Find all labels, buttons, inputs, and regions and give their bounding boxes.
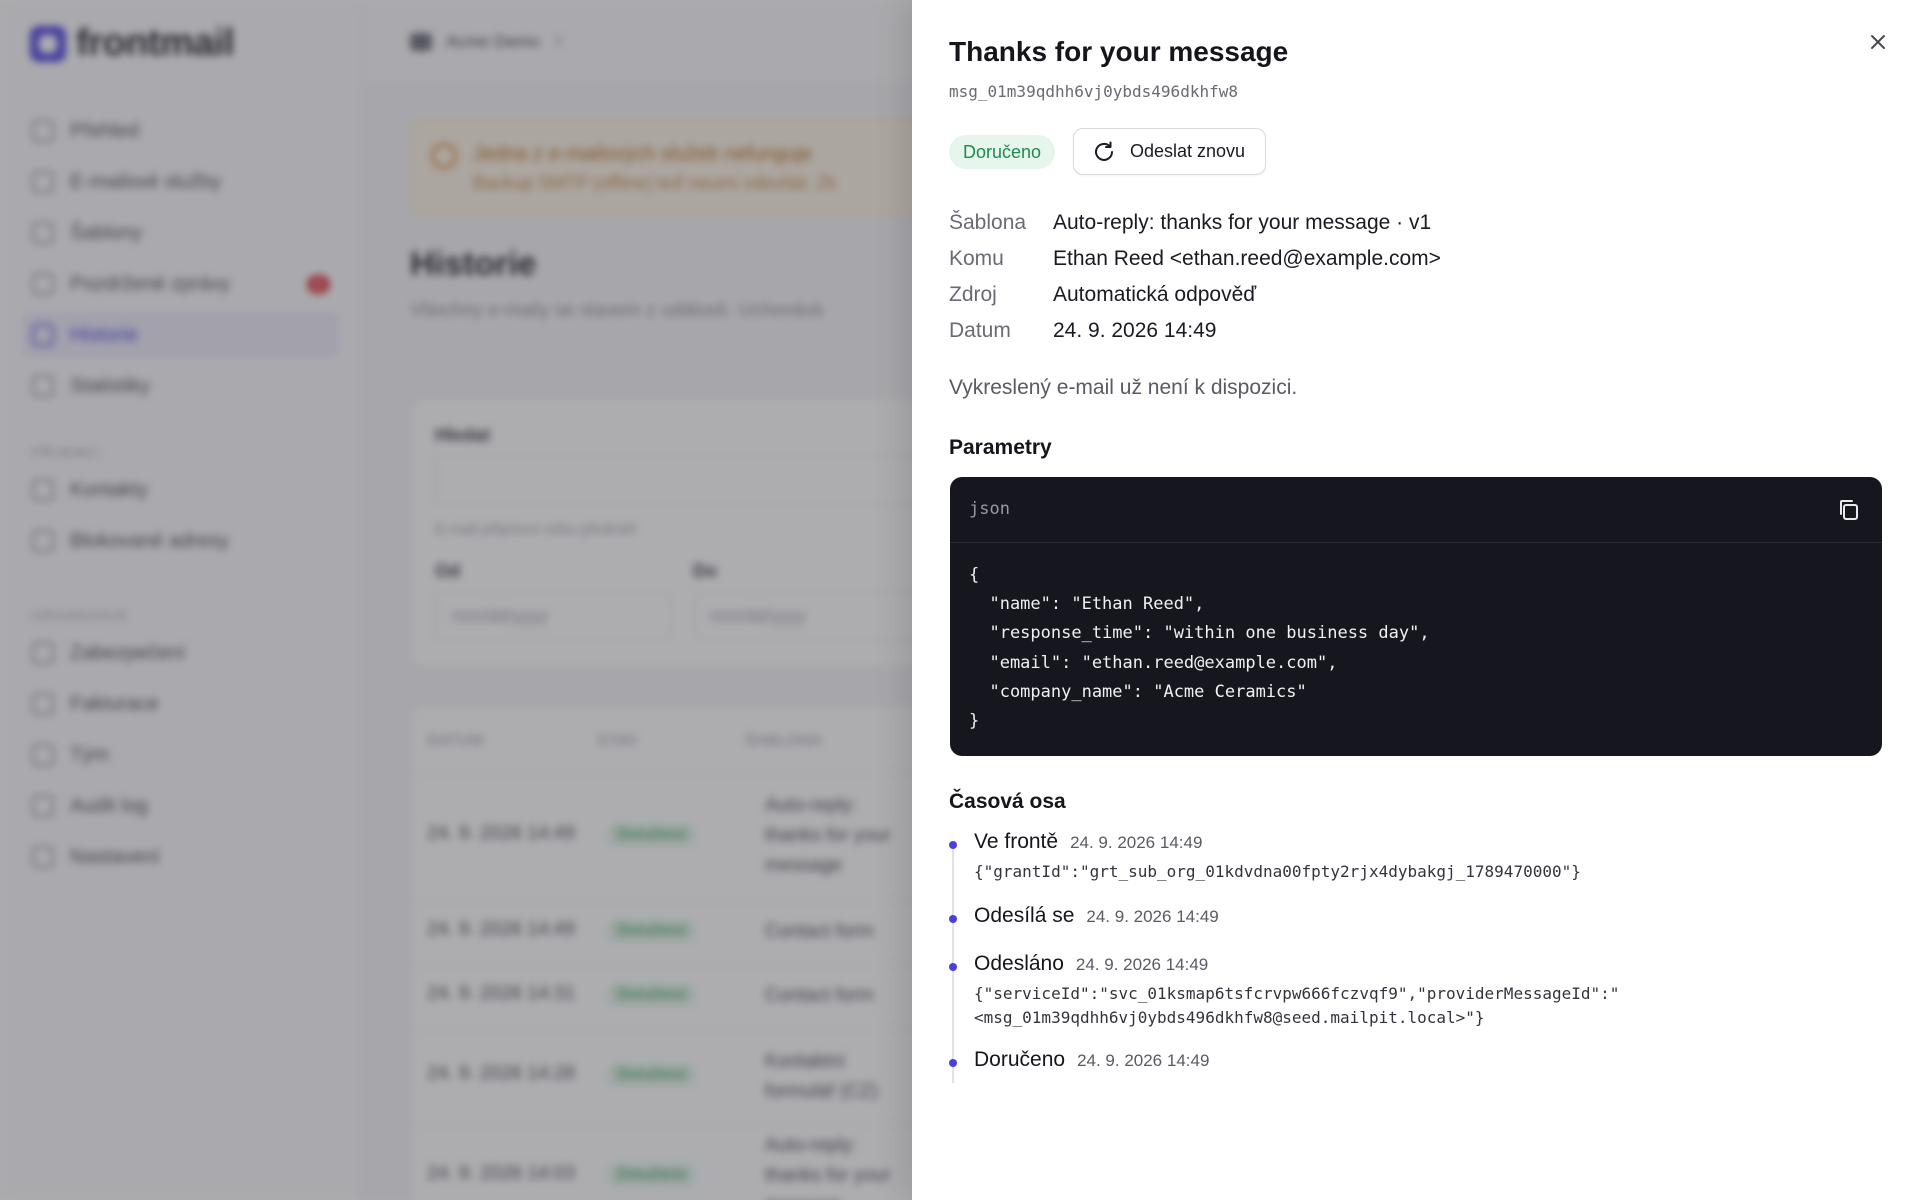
status-badge: Doručeno bbox=[949, 135, 1056, 169]
event-detail: {"serviceId":"svc_01ksmap6tsfcrvpw666fcz… bbox=[974, 984, 1620, 1027]
timeline-item-sending: Odesílá se 24. 9. 2026 14:49 bbox=[949, 904, 1889, 934]
meta-row-source: Zdroj Automatická odpověď bbox=[949, 277, 1441, 313]
resend-button[interactable]: Odeslat znovu bbox=[1073, 128, 1267, 175]
timeline-dot bbox=[949, 1059, 957, 1067]
meta-key: Šablona bbox=[949, 211, 1027, 234]
code-content: { "name": "Ethan Reed", "response_time":… bbox=[969, 565, 1430, 732]
event-detail: {"grantId":"grt_sub_org_01kdvdna00fpty2r… bbox=[974, 862, 1581, 881]
close-button[interactable] bbox=[1865, 29, 1891, 55]
params-heading: Parametry bbox=[949, 436, 1052, 459]
meta-value: Auto-reply: thanks for your message · v1 bbox=[1053, 211, 1432, 234]
drawer-title: Thanks for your message bbox=[949, 36, 1289, 67]
event-time: 24. 9. 2026 14:49 bbox=[1075, 955, 1209, 974]
meta-key: Zdroj bbox=[949, 283, 997, 306]
event-label: Doručeno bbox=[974, 1048, 1066, 1071]
render-unavailable-note: Vykreslený e-mail už není k dispozici. bbox=[949, 376, 1298, 399]
close-icon bbox=[1871, 35, 1885, 49]
event-time: 24. 9. 2026 14:49 bbox=[1070, 833, 1203, 852]
timeline-dot bbox=[949, 963, 957, 971]
copy-icon bbox=[1840, 500, 1858, 520]
meta-value: 24. 9. 2026 14:49 bbox=[1053, 319, 1217, 342]
timeline-item-sent: Odesláno 24. 9. 2026 14:49 {"serviceId":… bbox=[949, 952, 1889, 1030]
event-label: Odesláno bbox=[974, 952, 1064, 975]
params-code-block: json { "name": "Ethan Reed", "response_t… bbox=[950, 477, 1882, 756]
event-time: 24. 9. 2026 14:49 bbox=[1077, 1051, 1210, 1070]
code-header: json bbox=[950, 477, 1882, 543]
event-timeline: Ve frontě 24. 9. 2026 14:49 {"grantId":"… bbox=[949, 830, 1889, 1083]
timeline-item-queued: Ve frontě 24. 9. 2026 14:49 {"grantId":"… bbox=[949, 830, 1889, 884]
meta-key: Komu bbox=[949, 247, 1004, 270]
message-id: msg_01m39qdhh6vj0ybds496dkhfw8 bbox=[949, 82, 1238, 101]
timeline-dot bbox=[949, 841, 957, 849]
timeline-item-delivered: Doručeno 24. 9. 2026 14:49 bbox=[949, 1048, 1889, 1078]
meta-value: Automatická odpověď bbox=[1053, 283, 1257, 306]
timeline-heading: Časová osa bbox=[949, 790, 1066, 813]
meta-row-date: Datum 24. 9. 2026 14:49 bbox=[949, 313, 1441, 349]
event-label: Ve frontě bbox=[974, 830, 1059, 853]
meta-row-recipient: Komu Ethan Reed <ethan.reed@example.com> bbox=[949, 241, 1441, 277]
copy-button[interactable] bbox=[1836, 497, 1862, 523]
code-language: json bbox=[969, 499, 1010, 519]
timeline-dot bbox=[949, 915, 957, 923]
meta-row-template: Šablona Auto-reply: thanks for your mess… bbox=[949, 205, 1441, 241]
message-metadata: Šablona Auto-reply: thanks for your mess… bbox=[949, 205, 1441, 349]
refresh-icon bbox=[1095, 141, 1113, 161]
meta-key: Datum bbox=[949, 319, 1011, 342]
event-time: 24. 9. 2026 14:49 bbox=[1086, 907, 1219, 926]
resend-button-label: Odeslat znovu bbox=[1130, 141, 1246, 161]
event-label: Odesílá se bbox=[974, 904, 1075, 927]
meta-value: Ethan Reed <ethan.reed@example.com> bbox=[1053, 247, 1441, 270]
message-detail-drawer: Thanks for your message msg_01m39qdhh6vj… bbox=[912, 0, 1920, 1200]
